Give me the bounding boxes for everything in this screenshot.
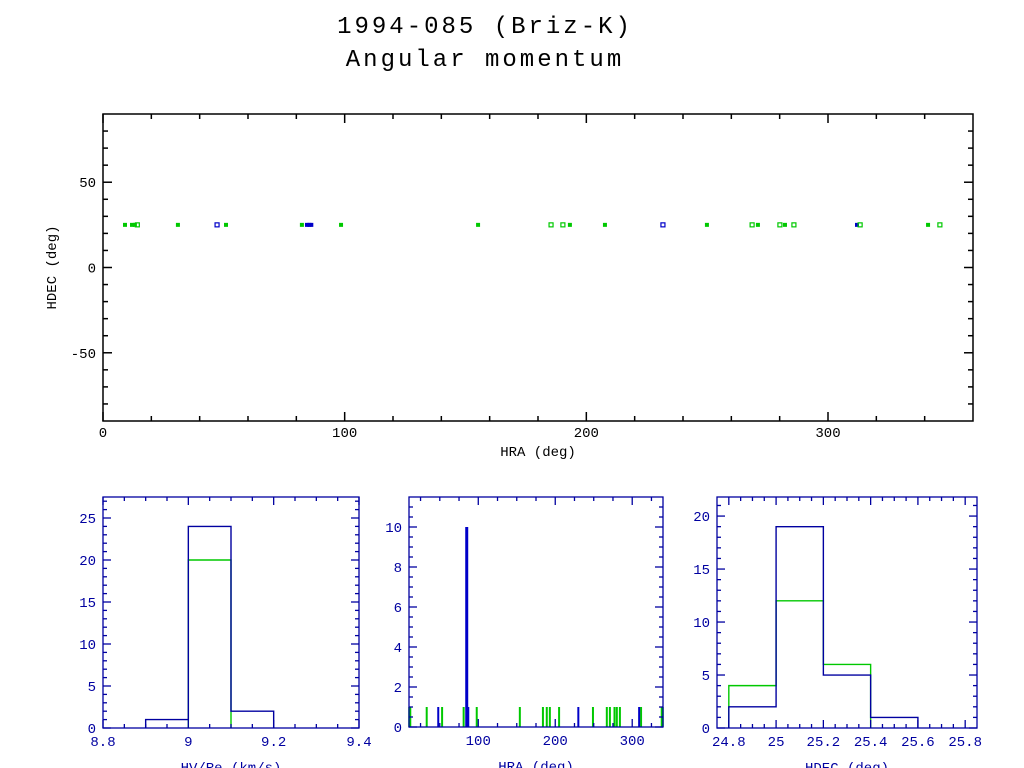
- svg-text:25.8: 25.8: [948, 735, 982, 751]
- svg-text:200: 200: [574, 426, 599, 442]
- scatter-data: [123, 223, 942, 227]
- scatter-ylabel: HDEC (deg): [45, 225, 61, 309]
- svg-text:25.6: 25.6: [901, 735, 935, 751]
- svg-text:100: 100: [466, 734, 491, 750]
- svg-text:2: 2: [394, 681, 402, 697]
- svg-text:9: 9: [184, 735, 192, 751]
- svg-text:10: 10: [79, 638, 96, 654]
- hist_hdec-ticks: [717, 497, 977, 728]
- svg-text:0: 0: [702, 722, 710, 738]
- hist_hdec-data: [729, 527, 918, 728]
- svg-text:15: 15: [79, 596, 96, 612]
- scatter-plot: 0 100 200 300 -50 0 50 HRA (deg) HDEC (deg): [45, 114, 973, 461]
- svg-text:25: 25: [768, 735, 785, 751]
- svg-text:10: 10: [385, 521, 402, 537]
- scatter-tick-labels: 0 100 200 300 -50 0 50: [71, 176, 841, 442]
- hist_hdec-green-steps: [729, 601, 871, 728]
- svg-text:0: 0: [88, 722, 96, 738]
- angular-momentum-plots: 0100200300-50050HRA (deg)HDEC (deg)8.899…: [0, 0, 1024, 768]
- svg-text:9.4: 9.4: [346, 735, 371, 751]
- hist_hra-xlabel: HRA (deg): [498, 760, 574, 768]
- svg-text:4: 4: [394, 641, 402, 657]
- svg-text:5: 5: [702, 669, 710, 685]
- hist_hv-green-steps: [188, 560, 231, 728]
- hist_hdec-xlabel: HDEC (deg): [805, 761, 889, 768]
- svg-text:20: 20: [693, 510, 710, 526]
- hist_hra-frame: [409, 497, 663, 727]
- svg-text:25.4: 25.4: [854, 735, 888, 751]
- svg-text:24.8: 24.8: [712, 735, 746, 751]
- svg-text:10: 10: [693, 616, 710, 632]
- hist_hdec-frame: [717, 497, 977, 728]
- svg-text:200: 200: [543, 734, 568, 750]
- svg-text:50: 50: [79, 176, 96, 192]
- hist_hdec-plot: 24.8 25 25.2 25.4 25.6 25.8 0 5 10 15 20 HDEC (deg): [693, 497, 982, 768]
- svg-text:8: 8: [394, 561, 402, 577]
- hist_hv-blue-steps: [146, 526, 274, 728]
- svg-text:0: 0: [99, 426, 107, 442]
- svg-text:0: 0: [394, 721, 402, 737]
- svg-text:15: 15: [693, 563, 710, 579]
- svg-text:9.2: 9.2: [261, 735, 286, 751]
- scatter-xlabel: HRA (deg): [500, 445, 576, 461]
- svg-text:25.2: 25.2: [807, 735, 841, 751]
- svg-text:5: 5: [88, 680, 96, 696]
- hist_hv-tick-labels: 8.899.29.40510152025: [79, 512, 371, 751]
- svg-text:20: 20: [79, 554, 96, 570]
- hist_hv-data: [146, 526, 274, 728]
- hist_hra-data: [410, 527, 662, 727]
- svg-text:25: 25: [79, 512, 96, 528]
- plot-page: 1994-085 (Briz-K) Angular momentum 01002…: [0, 0, 1024, 768]
- hist_hra-plot: 100 200 300 0 2 4 6 8 10 HRA (deg): [385, 497, 663, 768]
- scatter-ticks: [103, 114, 973, 421]
- hist_hdec-tick-labels: 24.8 25 25.2 25.4 25.6 25.8 0 5 10 15 20: [693, 510, 982, 751]
- svg-text:0: 0: [88, 262, 96, 278]
- scatter-frame: [103, 114, 973, 421]
- hist_hv-xlabel: HV/Re (km/s): [181, 761, 282, 768]
- hist_hdec-blue-steps: [729, 527, 918, 728]
- svg-text:100: 100: [332, 426, 357, 442]
- svg-text:6: 6: [394, 601, 402, 617]
- svg-text:300: 300: [815, 426, 840, 442]
- svg-text:300: 300: [620, 734, 645, 750]
- hist_hv-plot: 8.899.29.40510152025HV/Re (km/s): [79, 497, 371, 768]
- svg-text:-50: -50: [71, 347, 96, 363]
- hist_hra-ticks: [409, 497, 663, 727]
